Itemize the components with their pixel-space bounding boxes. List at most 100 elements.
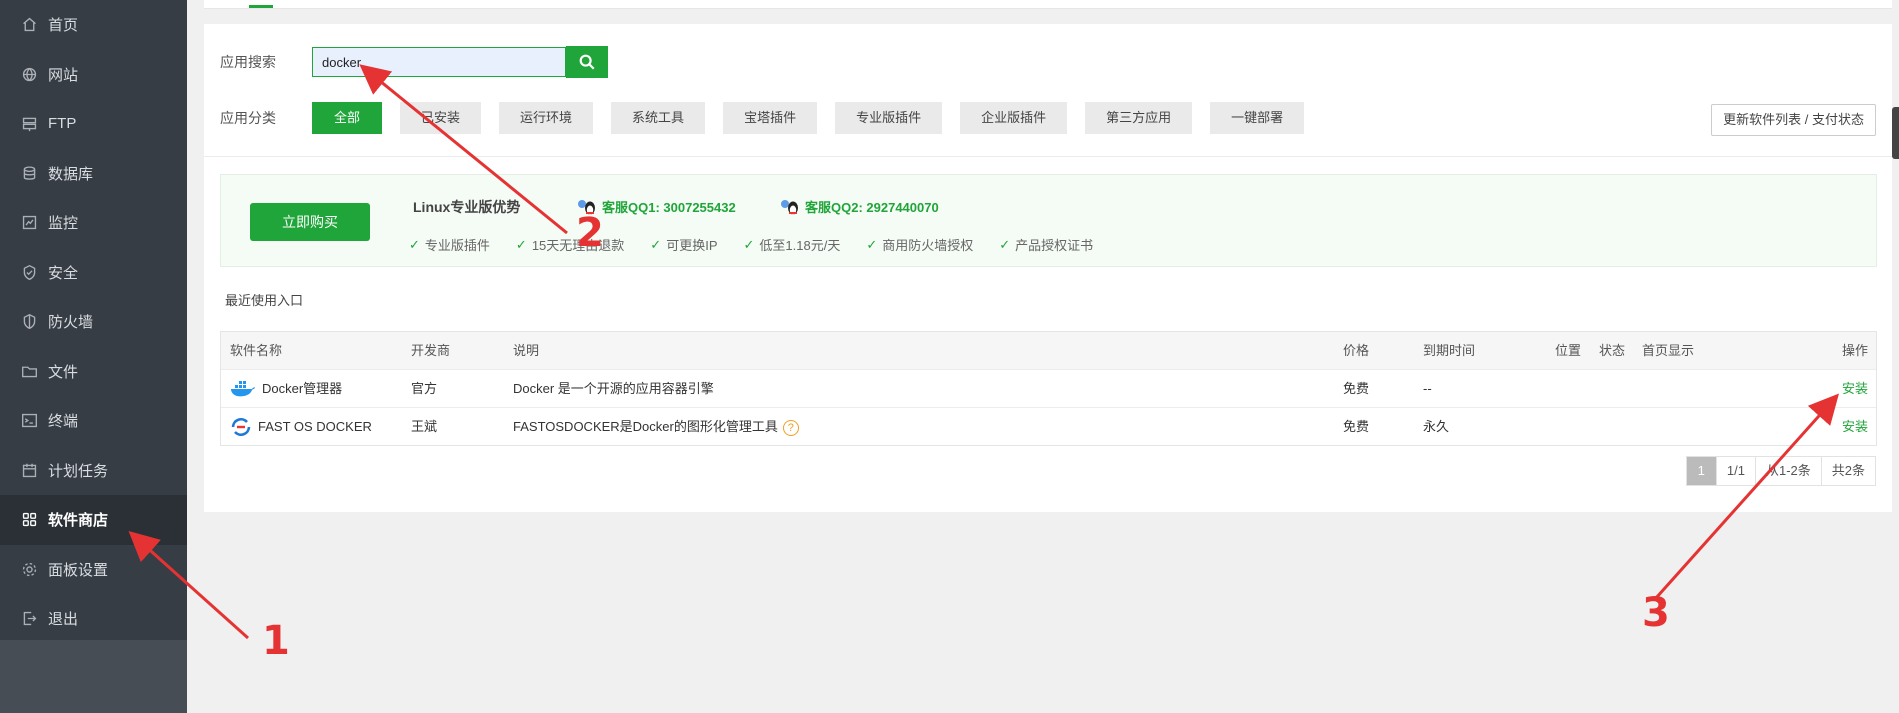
sidebar-item-app-store[interactable]: 软件商店 <box>0 495 187 545</box>
sidebar-item-label: 安全 <box>48 264 79 282</box>
category-runtime[interactable]: 运行环境 <box>499 102 594 134</box>
sidebar-item-firewall[interactable]: 防火墙 <box>0 297 187 347</box>
sidebar-item-cron[interactable]: 计划任务 <box>0 446 187 496</box>
expire-cell: -- <box>1423 381 1432 396</box>
sidebar-item-label: 网站 <box>48 66 79 84</box>
gear-icon <box>20 560 38 578</box>
category-pro-plugins[interactable]: 专业版插件 <box>835 102 943 134</box>
sidebar-item-label: 数据库 <box>48 165 94 183</box>
sidebar-item-files[interactable]: 文件 <box>0 347 187 397</box>
annotation-number-3: 3 <box>1642 590 1670 636</box>
sidebar-item-terminal[interactable]: 终端 <box>0 396 187 446</box>
table-row: Docker管理器 官方 Docker 是一个开源的应用容器引擎 免费 -- 安… <box>221 370 1876 408</box>
sidebar-item-monitor[interactable]: 监控 <box>0 198 187 248</box>
feature-list: ✓ 专业版插件 ✓ 15天无理由退款 ✓ 可更换IP ✓ 低至1.18元/天 ✓ 商用防火… <box>409 235 1119 254</box>
category-all[interactable]: 全部 <box>312 102 383 134</box>
qq2-contact[interactable]: 客服QQ2: 2927440070 <box>779 197 939 216</box>
docker-whale-icon <box>231 380 255 396</box>
grid-icon <box>20 511 38 529</box>
sidebar-item-label: 软件商店 <box>48 512 109 530</box>
install-button[interactable]: 安装 <box>1842 408 1868 445</box>
category-system-tools[interactable]: 系统工具 <box>611 102 706 134</box>
category-bt-plugins[interactable]: 宝塔插件 <box>723 102 818 134</box>
logout-icon <box>20 610 38 628</box>
feature-item: ✓ 可更换IP <box>650 236 718 254</box>
monitor-icon <box>20 214 38 232</box>
page-count: 1/1 <box>1715 457 1755 485</box>
sidebar-item-label: 文件 <box>48 363 79 381</box>
feature-item: ✓ 商用防火墙授权 <box>866 236 974 254</box>
col-operation: 操作 <box>1841 343 1868 358</box>
page-current[interactable]: 1 <box>1686 457 1716 485</box>
page-total: 共2条 <box>1820 457 1875 485</box>
calendar-icon <box>20 461 38 479</box>
sidebar: 首页 网站 FTP 数据库 监控 安全 防火墙 文件 终端 计划任务 软件商店 … <box>0 0 187 713</box>
qq-penguin-icon <box>781 199 798 214</box>
shield-check-icon <box>20 263 38 281</box>
help-icon[interactable]: ? <box>782 419 799 436</box>
divider <box>204 156 1892 157</box>
developer-cell: 官方 <box>411 381 438 396</box>
category-label: 应用分类 <box>220 110 276 126</box>
app-name-cell: Docker管理器 <box>230 370 342 407</box>
sidebar-item-home[interactable]: 首页 <box>0 0 187 50</box>
sidebar-item-logout[interactable]: 退出 <box>0 594 187 644</box>
check-icon: ✓ <box>866 236 878 252</box>
update-list-button[interactable]: 更新软件列表 / 支付状态 <box>1711 104 1876 136</box>
category-third-party[interactable]: 第三方应用 <box>1085 102 1193 134</box>
col-dev: 开发商 <box>411 343 451 358</box>
description-cell: Docker 是一个开源的应用容器引擎 <box>513 381 714 396</box>
buy-now-button[interactable]: 立即购买 <box>250 203 370 241</box>
col-price: 价格 <box>1343 343 1370 358</box>
category-enterprise-plugins[interactable]: 企业版插件 <box>960 102 1068 134</box>
pagination: 1 1/1 从1-2条 共2条 <box>1685 456 1876 486</box>
search-button[interactable] <box>566 46 608 78</box>
qq2-text: 客服QQ2: 2927440070 <box>805 200 939 215</box>
ftp-icon <box>20 115 38 133</box>
check-icon: ✓ <box>515 236 527 252</box>
sidebar-item-website[interactable]: 网站 <box>0 50 187 100</box>
promo-title: Linux专业版优势 <box>413 199 521 215</box>
annotation-number-1: 1 <box>262 618 290 664</box>
sidebar-item-label: 计划任务 <box>48 462 109 480</box>
sidebar-item-label: FTP <box>48 115 77 133</box>
install-button[interactable]: 安装 <box>1842 370 1868 407</box>
category-one-click-deploy[interactable]: 一键部署 <box>1210 102 1305 134</box>
app-store-panel: 应用搜索 docker 应用分类 全部 已安装 运行环境 系统工具 宝塔插件 专… <box>204 24 1892 512</box>
check-icon: ✓ <box>409 236 420 252</box>
col-name: 软件名称 <box>230 343 283 358</box>
active-tab-indicator <box>249 5 273 8</box>
category-row: 应用分类 全部 已安装 运行环境 系统工具 宝塔插件 专业版插件 企业版插件 第… <box>220 102 1322 134</box>
feature-item: ✓ 低至1.18元/天 <box>743 236 841 254</box>
search-label: 应用搜索 <box>220 54 276 70</box>
pro-promo-banner: 立即购买 Linux专业版优势 客服QQ1: 3007255432 客服QQ2:… <box>220 174 1877 267</box>
sidebar-item-label: 退出 <box>48 611 79 629</box>
search-input[interactable]: docker <box>312 47 566 77</box>
app-name: FAST OS DOCKER <box>258 419 372 434</box>
sidebar-item-label: 终端 <box>48 413 79 431</box>
col-expire: 到期时间 <box>1423 343 1476 358</box>
sidebar-item-label: 首页 <box>48 17 79 35</box>
recent-entry-label: 最近使用入口 <box>225 293 304 308</box>
sidebar-item-label: 防火墙 <box>48 314 94 332</box>
qq1-text: 客服QQ1: 3007255432 <box>602 200 736 215</box>
sidebar-item-security[interactable]: 安全 <box>0 248 187 298</box>
col-desc: 说明 <box>513 343 540 358</box>
side-drawer-handle[interactable] <box>1892 107 1899 159</box>
firewall-icon <box>20 313 38 331</box>
feature-item: ✓ 专业版插件 <box>409 236 490 254</box>
search-icon <box>579 54 595 70</box>
sidebar-item-settings[interactable]: 面板设置 <box>0 545 187 595</box>
description-text: FASTOSDOCKER是Docker的图形化管理工具 <box>513 419 778 434</box>
database-icon <box>20 164 38 182</box>
category-installed[interactable]: 已安装 <box>400 102 482 134</box>
sidebar-item-label: 面板设置 <box>48 561 109 579</box>
col-position: 位置 <box>1555 343 1582 358</box>
sidebar-item-database[interactable]: 数据库 <box>0 149 187 199</box>
sidebar-item-ftp[interactable]: FTP <box>0 99 187 149</box>
check-icon: ✓ <box>650 236 662 252</box>
app-name-cell: FAST OS DOCKER <box>230 408 372 445</box>
sidebar-item-label: 监控 <box>48 215 79 233</box>
page-range: 从1-2条 <box>1754 457 1821 485</box>
folder-icon <box>20 362 38 380</box>
